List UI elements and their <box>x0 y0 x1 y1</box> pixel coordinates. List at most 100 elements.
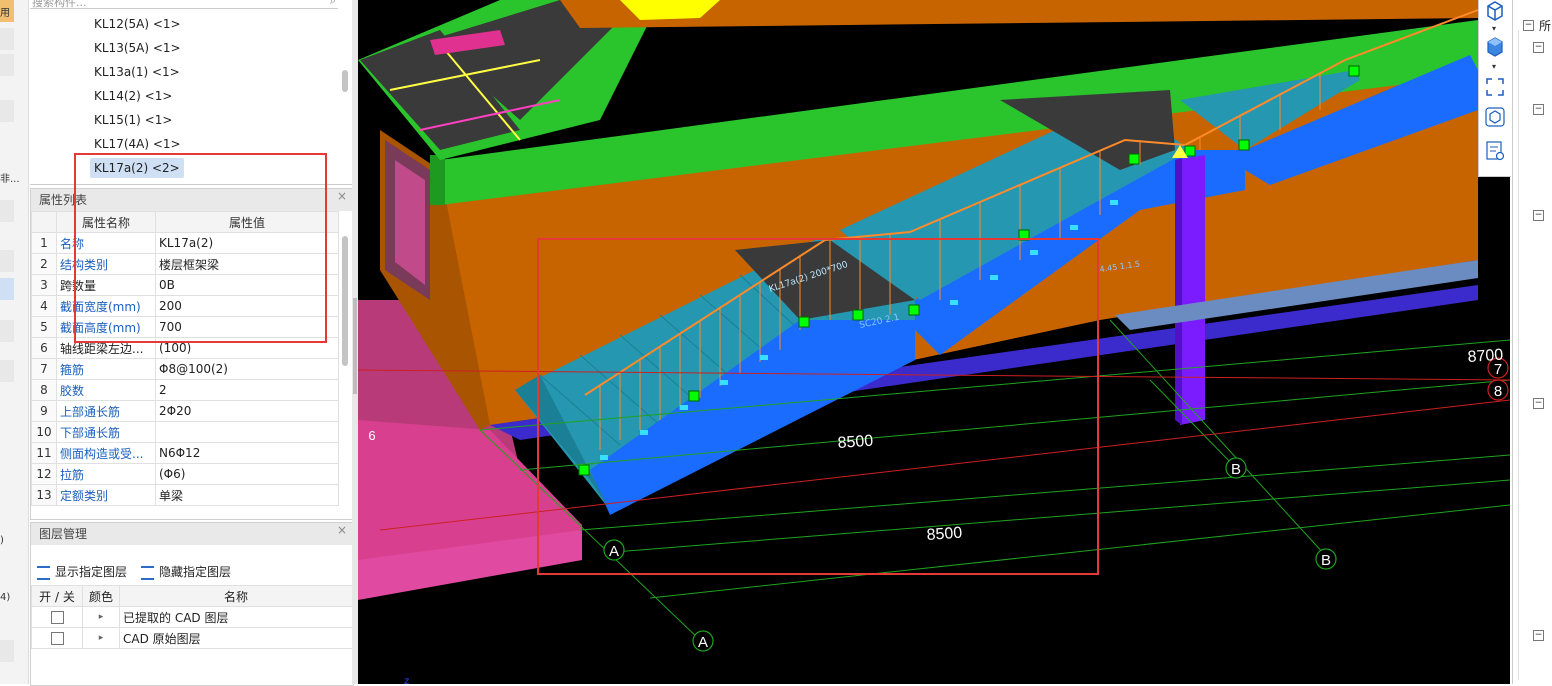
property-value[interactable]: 2Φ20 <box>155 400 339 422</box>
collapse-icon[interactable]: − <box>1533 630 1544 641</box>
property-value[interactable]: 楼层框架梁 <box>155 253 339 275</box>
fit-view-icon[interactable] <box>1484 76 1506 98</box>
property-value[interactable]: 200 <box>155 295 339 317</box>
property-value-header: 属性值 <box>155 211 339 233</box>
tree-item[interactable]: KL13a(1) <1> <box>94 62 180 82</box>
property-row[interactable]: 4 截面宽度(mm) 200 <box>31 295 339 317</box>
property-name: 跨数量 <box>56 274 156 296</box>
property-index: 10 <box>31 421 57 443</box>
left-strip-button[interactable] <box>0 360 14 382</box>
collapse-icon[interactable]: − <box>1533 398 1544 409</box>
property-name: 下部通长筋 <box>56 421 156 443</box>
property-index: 6 <box>31 337 57 359</box>
tree-search-input[interactable]: 搜索构件... ⌕ <box>30 0 338 9</box>
property-row[interactable]: 6 轴线距梁左边... (100) <box>31 337 339 359</box>
property-row[interactable]: 11 侧面构造或受... N6Φ12 <box>31 442 339 464</box>
property-row[interactable]: 10 下部通长筋 <box>31 421 339 443</box>
tree-scrollbar-thumb[interactable] <box>342 70 348 92</box>
left-strip-button[interactable] <box>0 640 14 662</box>
property-value[interactable]: (100) <box>155 337 339 359</box>
left-strip-button-active[interactable] <box>0 278 14 300</box>
layer-view-icon[interactable] <box>1484 140 1506 162</box>
layer-hide-icon <box>141 565 154 580</box>
property-row[interactable]: 3 跨数量 0B <box>31 274 339 296</box>
svg-text:z: z <box>404 676 409 684</box>
layer-row[interactable]: ▸ 已提取的 CAD 图层 <box>31 606 353 628</box>
left-strip-button[interactable] <box>0 200 14 222</box>
tree-item[interactable]: KL14(2) <1> <box>94 86 172 106</box>
property-name: 结构类别 <box>56 253 156 275</box>
left-strip-button[interactable] <box>0 250 14 272</box>
3d-box-icon[interactable] <box>1484 106 1506 128</box>
property-name: 截面高度(mm) <box>56 316 156 338</box>
property-value[interactable]: 0B <box>155 274 339 296</box>
close-icon[interactable]: × <box>337 189 347 203</box>
left-strip-button[interactable] <box>0 28 14 50</box>
collapse-icon[interactable]: − <box>1533 210 1544 221</box>
cube-view-icon[interactable] <box>1484 0 1506 22</box>
component-tree-panel <box>30 0 352 185</box>
show-layer-label: 显示指定图层 <box>55 565 128 579</box>
property-value[interactable]: 700 <box>155 316 339 338</box>
property-row[interactable]: 12 拉筋 (Φ6) <box>31 463 339 485</box>
property-row[interactable]: 2 结构类别 楼层框架梁 <box>31 253 339 275</box>
property-name: 名称 <box>56 232 156 254</box>
tree-item-selected[interactable]: KL17a(2) <2> <box>90 158 184 178</box>
show-layer-button[interactable]: 显示指定图层 <box>37 563 127 581</box>
tree-guide-line <box>1518 30 1519 680</box>
property-value[interactable]: 单梁 <box>155 484 339 506</box>
splitter-handle[interactable] <box>353 298 357 394</box>
layer-checkbox[interactable] <box>50 611 64 624</box>
property-row[interactable]: 5 截面高度(mm) 700 <box>31 316 339 338</box>
property-index: 2 <box>31 253 57 275</box>
3d-viewport[interactable]: KL17a(2) 200*700 SC20 2.1 4.45 1.1.5 A A… <box>358 0 1510 684</box>
chevron-down-icon[interactable]: ▾ <box>1492 62 1496 71</box>
collapse-icon[interactable]: − <box>1533 42 1544 53</box>
property-index: 9 <box>31 400 57 422</box>
property-value[interactable]: N6Φ12 <box>155 442 339 464</box>
left-strip-tab[interactable]: 用 <box>0 0 14 22</box>
left-strip-button[interactable] <box>0 320 14 342</box>
property-value[interactable]: KL17a(2) <box>155 232 339 254</box>
dimension-label: 8500 <box>837 433 874 452</box>
left-strip-button[interactable] <box>0 100 14 122</box>
collapse-icon[interactable]: − <box>1523 20 1534 31</box>
dimension-label: 8700 <box>1467 347 1504 366</box>
property-panel: 属性列表 × 属性名称 属性值 1 名称 KL17a(2) 2 结构类别 楼层框架梁 3 跨数… <box>30 188 354 520</box>
solid-cube-icon[interactable] <box>1484 36 1506 58</box>
property-value[interactable]: (Φ6) <box>155 463 339 485</box>
property-value[interactable] <box>155 421 339 443</box>
expand-arrow-icon[interactable]: ▸ <box>82 627 120 649</box>
layer-onoff-header: 开 / 关 <box>31 585 83 607</box>
property-scrollbar-thumb[interactable] <box>342 236 348 366</box>
left-strip-button[interactable] <box>0 54 14 76</box>
green-beam-end <box>430 155 445 205</box>
property-value[interactable]: Φ8@100(2) <box>155 358 339 380</box>
chevron-down-icon[interactable]: ▾ <box>1492 24 1496 33</box>
layer-row[interactable]: ▸ CAD 原始图层 <box>31 627 353 649</box>
property-value[interactable]: 2 <box>155 379 339 401</box>
hide-layer-label: 隐藏指定图层 <box>159 565 232 579</box>
layer-panel-title: 图层管理 <box>31 523 353 545</box>
property-row[interactable]: 13 定额类别 单梁 <box>31 484 339 506</box>
close-icon[interactable]: × <box>337 523 347 537</box>
layer-panel: 图层管理 × 显示指定图层 隐藏指定图层 开 / 关 颜色 名称 ▸ 已提取的 … <box>30 522 354 686</box>
tree-item[interactable]: KL15(1) <1> <box>94 110 172 130</box>
right-panel-header: 所 <box>1539 19 1552 33</box>
search-icon[interactable]: ⌕ <box>330 0 336 8</box>
left-toolbar-strip: 用 非... ) 4) <box>0 0 29 684</box>
property-row[interactable]: 1 名称 KL17a(2) <box>31 232 339 254</box>
tree-item[interactable]: KL13(5A) <1> <box>94 38 181 58</box>
layer-checkbox[interactable] <box>50 632 64 645</box>
tree-item[interactable]: KL17(4A) <1> <box>94 134 181 154</box>
tree-item[interactable]: KL12(5A) <1> <box>94 14 181 34</box>
property-row[interactable]: 8 胶数 2 <box>31 379 339 401</box>
property-index: 7 <box>31 358 57 380</box>
expand-arrow-icon[interactable]: ▸ <box>82 606 120 628</box>
property-name: 定额类别 <box>56 484 156 506</box>
hide-layer-button[interactable]: 隐藏指定图层 <box>141 563 231 581</box>
property-row[interactable]: 7 箍筋 Φ8@100(2) <box>31 358 339 380</box>
property-index: 3 <box>31 274 57 296</box>
property-row[interactable]: 9 上部通长筋 2Φ20 <box>31 400 339 422</box>
collapse-icon[interactable]: − <box>1533 104 1544 115</box>
